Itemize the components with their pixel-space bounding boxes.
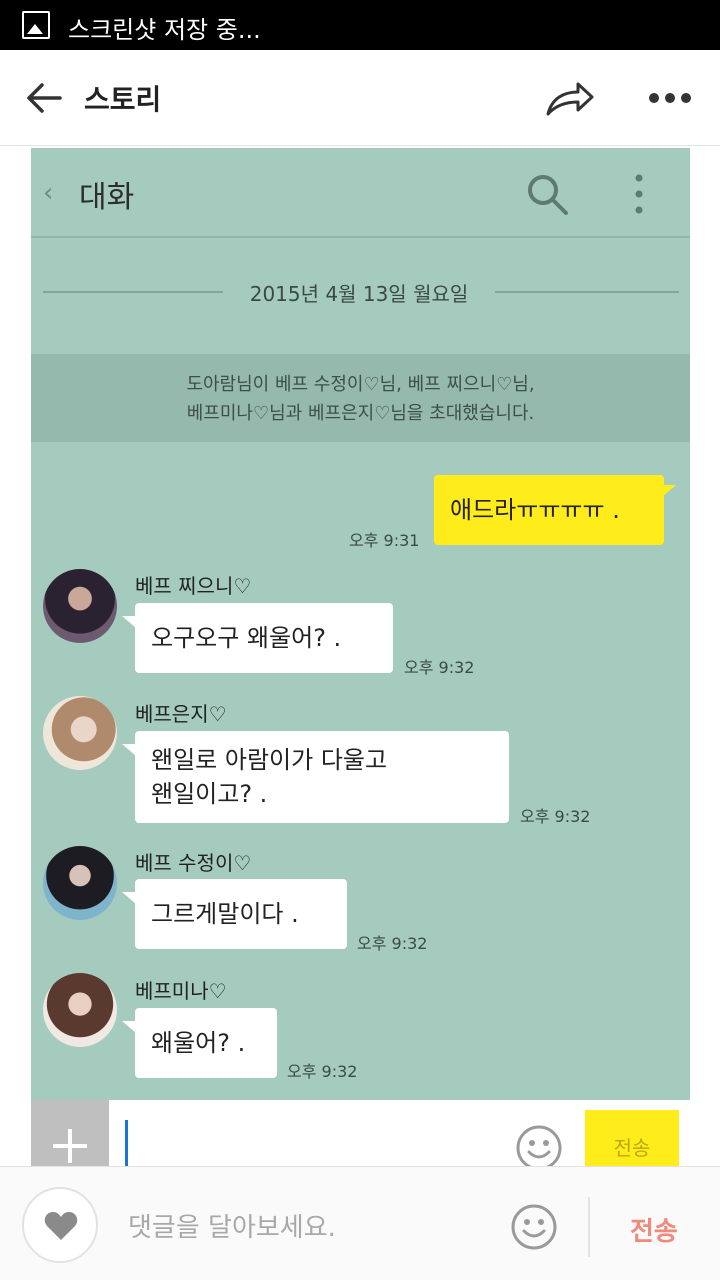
chat-header: ‹ 대화 bbox=[31, 148, 690, 238]
divider bbox=[588, 1197, 590, 1257]
message-time: 오후 9:32 bbox=[357, 934, 428, 953]
emoji-icon bbox=[516, 1125, 562, 1168]
comment-bar: 댓글을 달아보세요. 전송 bbox=[0, 1166, 720, 1280]
chat-send-button: 전송 bbox=[585, 1110, 679, 1168]
message-time: 오후 9:32 bbox=[404, 658, 475, 677]
bubble-tail bbox=[662, 485, 676, 497]
message-time: 오후 9:31 bbox=[349, 531, 420, 550]
search-icon bbox=[528, 175, 568, 215]
sender-name: 베프미나♡ bbox=[135, 979, 227, 1003]
avatar bbox=[43, 846, 117, 920]
message-bubble: 그르게말이다 . bbox=[135, 879, 347, 949]
send-button[interactable]: 전송 bbox=[630, 1211, 678, 1248]
sender-name: 베프 찌으니♡ bbox=[135, 574, 252, 598]
sender-name: 베프은지♡ bbox=[135, 702, 227, 726]
avatar bbox=[43, 973, 117, 1047]
status-text: 스크린샷 저장 중... bbox=[68, 16, 261, 44]
date-divider: 2015년 4월 13일 월요일 bbox=[43, 276, 679, 306]
kebab-menu-icon bbox=[635, 174, 643, 214]
share-icon[interactable] bbox=[544, 78, 596, 118]
system-message: 도아람님이 베프 수정이♡님, 베프 찌으니♡님, 베프미나♡님과 베프은지♡님… bbox=[31, 354, 690, 442]
system-message-line: 도아람님이 베프 수정이♡님, 베프 찌으니♡님, bbox=[186, 374, 535, 395]
back-arrow-icon[interactable] bbox=[24, 78, 64, 118]
message-bubble: 왠일로 아람이가 다울고 왠일이고? . bbox=[135, 731, 509, 823]
avatar bbox=[43, 569, 117, 643]
avatar bbox=[43, 696, 117, 770]
chat-screenshot: ‹ 대화 2015년 4월 13일 월요일 도아람님이 베프 수정이♡님, 베프… bbox=[31, 148, 690, 1168]
bubble-tail bbox=[122, 892, 136, 904]
more-options-icon[interactable] bbox=[648, 84, 692, 112]
my-message-bubble: 애드라ㅠㅠㅠㅠ . bbox=[434, 475, 664, 545]
like-button[interactable] bbox=[22, 1187, 98, 1263]
divider-line bbox=[495, 291, 679, 293]
bubble-tail bbox=[122, 1021, 136, 1033]
bubble-tail bbox=[122, 744, 136, 756]
attach-plus-icon bbox=[31, 1100, 109, 1168]
divider-line bbox=[43, 291, 223, 293]
chat-title: 대화 bbox=[79, 180, 135, 215]
image-icon bbox=[22, 11, 50, 39]
text-cursor bbox=[125, 1120, 128, 1168]
bubble-tail bbox=[122, 616, 136, 628]
page-title: 스토리 bbox=[84, 83, 162, 116]
status-bar: 스크린샷 저장 중... bbox=[0, 0, 720, 50]
message-time: 오후 9:32 bbox=[520, 807, 591, 826]
date-label: 2015년 4월 13일 월요일 bbox=[249, 282, 469, 306]
heart-icon bbox=[44, 1212, 78, 1240]
chat-back-icon: ‹ bbox=[43, 178, 54, 208]
message-line: 왠일로 아람이가 다울고 bbox=[151, 746, 388, 774]
message-time: 오후 9:32 bbox=[287, 1062, 358, 1081]
system-message-line: 베프미나♡님과 베프은지♡님을 초대했습니다. bbox=[186, 403, 535, 424]
chat-input-bar: 전송 bbox=[31, 1100, 690, 1168]
message-bubble: 왜울어? . bbox=[135, 1008, 277, 1078]
message-bubble: 오구오구 왜울어? . bbox=[135, 603, 393, 673]
sender-name: 베프 수정이♡ bbox=[135, 851, 252, 875]
emoji-icon[interactable] bbox=[510, 1203, 558, 1251]
message-line: 왠일이고? . bbox=[151, 780, 268, 808]
comment-input[interactable]: 댓글을 달아보세요. bbox=[128, 1207, 336, 1244]
app-bar: 스토리 bbox=[0, 50, 720, 146]
